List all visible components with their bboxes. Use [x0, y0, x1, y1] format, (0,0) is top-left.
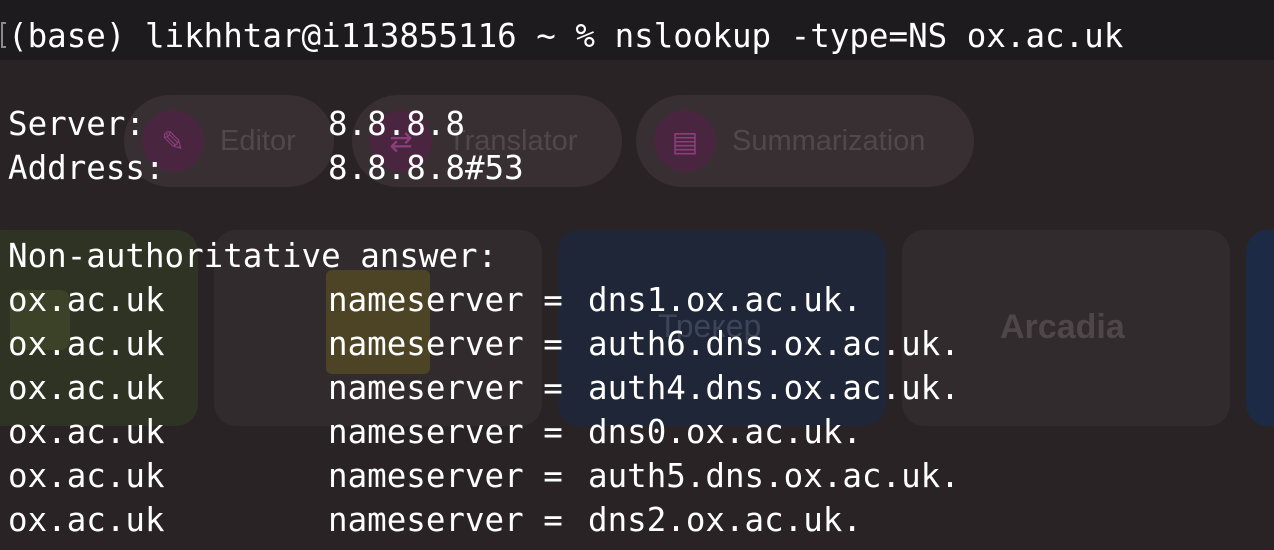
- server-label: Server:: [8, 105, 145, 143]
- record-type: nameserver =: [328, 413, 563, 451]
- record-value: dns1.ox.ac.uk.: [588, 281, 862, 319]
- record-domain: ox.ac.uk: [8, 281, 165, 319]
- address-value: 8.8.8.8#53: [328, 149, 524, 187]
- record-domain: ox.ac.uk: [8, 457, 165, 495]
- address-label: Address:: [8, 149, 165, 187]
- record-type: nameserver =: [328, 501, 563, 539]
- record-value: auth4.dns.ox.ac.uk.: [588, 369, 960, 407]
- record-domain: ox.ac.uk: [8, 369, 165, 407]
- answer-heading: Non-authoritative answer:: [8, 237, 498, 275]
- record-type: nameserver =: [328, 369, 563, 407]
- record-domain: ox.ac.uk: [8, 501, 165, 539]
- server-value: 8.8.8.8: [328, 105, 465, 143]
- record-value: auth5.dns.ox.ac.uk.: [588, 457, 960, 495]
- record-domain: ox.ac.uk: [8, 413, 165, 451]
- record-value: auth6.dns.ox.ac.uk.: [588, 325, 960, 363]
- record-value: dns2.ox.ac.uk.: [588, 501, 862, 539]
- record-domain: ox.ac.uk: [8, 325, 165, 363]
- record-value: dns0.ox.ac.uk.: [588, 413, 862, 451]
- record-type: nameserver =: [328, 325, 563, 363]
- cursor-bracket-icon: [1, 22, 6, 48]
- terminal-window[interactable]: (base) likhhtar@i113855116 ~ % nslookup …: [0, 0, 1274, 550]
- record-type: nameserver =: [328, 281, 563, 319]
- record-type: nameserver =: [328, 457, 563, 495]
- prompt-line: (base) likhhtar@i113855116 ~ % nslookup …: [8, 17, 1124, 55]
